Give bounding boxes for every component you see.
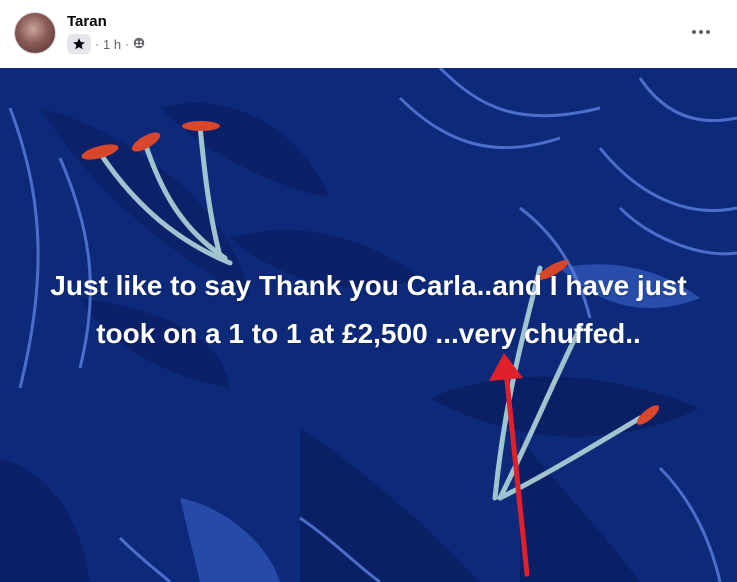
author-name[interactable]: Taran xyxy=(67,13,107,30)
meta-separator: · xyxy=(95,37,99,51)
more-dot xyxy=(699,30,703,34)
post-meta: · 1 h · xyxy=(67,34,145,54)
post-time[interactable]: 1 h xyxy=(103,37,121,52)
more-dot xyxy=(706,30,710,34)
more-horizontal-icon xyxy=(692,30,696,34)
author-avatar[interactable] xyxy=(14,12,56,54)
meta-separator: · xyxy=(125,37,130,51)
red-arrow-annotation xyxy=(489,353,530,577)
post-header: Taran · 1 h · xyxy=(0,0,737,68)
post-background: Just like to say Thank you Carla..and I … xyxy=(0,68,737,582)
more-options-button[interactable] xyxy=(689,22,713,42)
group-icon xyxy=(133,37,145,52)
star-badge-icon[interactable] xyxy=(67,34,91,54)
